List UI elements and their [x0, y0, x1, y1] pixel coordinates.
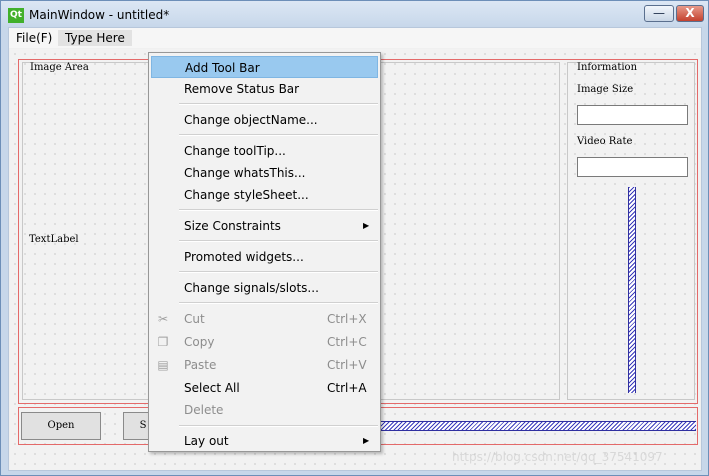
video-rate-input[interactable]: [577, 157, 688, 177]
information-title: Information: [577, 62, 638, 73]
submenu-arrow-icon: ▶: [363, 221, 370, 230]
qt-logo-icon: Qt: [8, 8, 24, 23]
image-size-label: Image Size: [577, 84, 634, 95]
open-button[interactable]: Open: [21, 412, 101, 440]
menu-separator: [179, 103, 378, 105]
vertical-slider[interactable]: [628, 187, 636, 393]
menu-item-size-constraints[interactable]: Size Constraints ▶: [151, 215, 378, 237]
menu-item-copy[interactable]: ❐ Copy Ctrl+C: [151, 331, 378, 353]
menu-item-change-tooltip[interactable]: Change toolTip...: [151, 140, 378, 162]
menu-item-cut[interactable]: ✂ Cut Ctrl+X: [151, 308, 378, 330]
menu-item-change-stylesheet[interactable]: Change styleSheet...: [151, 184, 378, 206]
menu-item-add-tool-bar[interactable]: Add Tool Bar: [151, 56, 378, 78]
menu-item-change-whatsthis[interactable]: Change whatsThis...: [151, 162, 378, 184]
menu-item-change-signals-slots[interactable]: Change signals/slots...: [151, 277, 378, 299]
menu-bar: File(F) Type Here: [9, 28, 701, 48]
paste-icon: ▤: [157, 358, 169, 372]
horizontal-slider[interactable]: [380, 421, 696, 431]
context-menu: Add Tool Bar Remove Status Bar Change ob…: [148, 52, 381, 452]
scissors-icon: ✂: [157, 312, 169, 326]
menu-item-change-objectname[interactable]: Change objectName...: [151, 109, 378, 131]
image-area-title: Image Area: [30, 62, 89, 73]
menu-item-promoted-widgets[interactable]: Promoted widgets...: [151, 246, 378, 268]
menu-item-select-all[interactable]: Select All Ctrl+A: [151, 377, 378, 399]
menu-file[interactable]: File(F): [16, 30, 52, 46]
close-button[interactable]: X: [676, 5, 704, 22]
copy-icon: ❐: [157, 335, 169, 349]
menu-separator: [179, 302, 378, 304]
menu-separator: [179, 209, 378, 211]
menu-type-here[interactable]: Type Here: [58, 30, 132, 46]
video-rate-label: Video Rate: [577, 136, 633, 147]
menu-item-delete[interactable]: Delete: [151, 399, 378, 421]
title-bar[interactable]: Qt MainWindow - untitled* — X: [1, 1, 708, 27]
watermark: https://blog.csdn.net/qq_37541097: [452, 450, 663, 464]
menu-item-lay-out[interactable]: Lay out ▶: [151, 430, 378, 452]
menu-item-remove-status-bar[interactable]: Remove Status Bar: [151, 78, 378, 100]
text-label[interactable]: TextLabel: [29, 234, 79, 245]
window-title: MainWindow - untitled*: [29, 8, 170, 22]
menu-separator: [179, 134, 378, 136]
menu-separator: [179, 425, 378, 427]
menu-separator: [179, 271, 378, 273]
menu-item-paste[interactable]: ▤ Paste Ctrl+V: [151, 354, 378, 376]
minimize-button[interactable]: —: [644, 5, 674, 22]
image-size-input[interactable]: [577, 105, 688, 125]
menu-separator: [179, 240, 378, 242]
submenu-arrow-icon: ▶: [363, 436, 370, 445]
